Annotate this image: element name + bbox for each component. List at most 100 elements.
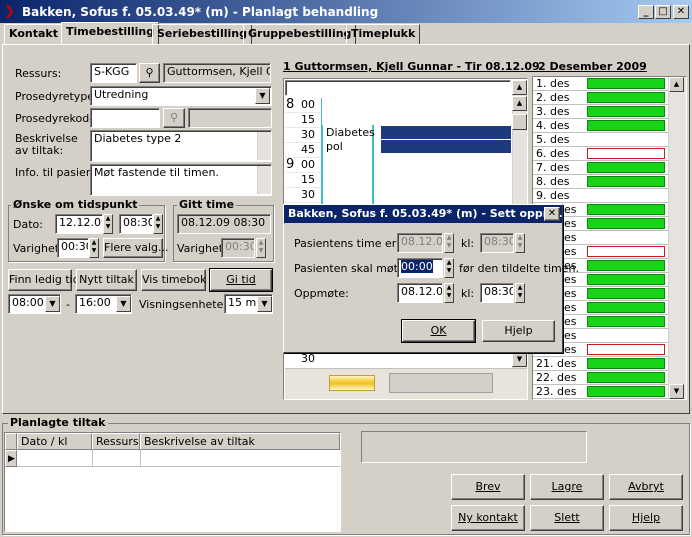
beskrivelse-textarea[interactable]: Diabetes type 2: [90, 130, 272, 162]
ny-kontakt-button[interactable]: Ny kontakt: [451, 505, 525, 531]
calendar-day-row[interactable]: 22. des: [533, 371, 668, 385]
gitt-time-title: Gitt time: [177, 198, 237, 211]
time-row-hour: 8: [286, 97, 295, 112]
calendar-day-row[interactable]: 23. des: [533, 385, 668, 399]
avbryt-button[interactable]: Avbryt: [609, 474, 683, 500]
calendar-day-label: 21. des: [536, 357, 577, 370]
varighet-spinner[interactable]: ▲ ▼: [89, 238, 99, 258]
varighet-label: Varighet:: [13, 242, 63, 255]
beskrivelse-scrollbar[interactable]: [257, 132, 271, 160]
scroll-thumb[interactable]: [512, 114, 527, 130]
visningsenheter-label: Visningsenheter:: [139, 298, 232, 311]
ressurs-search-button[interactable]: ⚲: [139, 63, 160, 83]
booked-slot[interactable]: [381, 140, 511, 153]
onske-time-input[interactable]: 08:30: [119, 214, 153, 234]
calendar-day-row[interactable]: 6. des: [533, 147, 668, 161]
calendar-day-label: 7. des: [536, 161, 570, 174]
gi-tid-button[interactable]: Gi tid: [209, 268, 273, 292]
calendar-scroll-down[interactable]: ▼: [669, 384, 684, 399]
dialog-oppmote-date-spinner[interactable]: ▲ ▼: [444, 283, 454, 303]
dialog-time-date: 08.12.09: [397, 233, 443, 253]
availability-bar: [587, 120, 665, 131]
time-spinner[interactable]: ▲ ▼: [153, 214, 163, 234]
time-row-minute: 30: [301, 128, 315, 141]
time-row-bottom: 30: [301, 352, 315, 365]
chevron-down-icon[interactable]: ▼: [116, 296, 131, 312]
flere-valg-button[interactable]: Flere valg...: [103, 238, 168, 258]
dato-label: Dato:: [13, 218, 43, 231]
dialog-mote-input[interactable]: 00:00: [397, 258, 443, 278]
col-header-beskrivelse[interactable]: Beskrivelse av tiltak: [140, 433, 340, 450]
brev-button[interactable]: Brev: [451, 474, 525, 500]
availability-bar: [587, 316, 665, 327]
dialog-oppmote-kl[interactable]: 08:30: [480, 283, 514, 303]
calendar-day-row[interactable]: 3. des: [533, 105, 668, 119]
gitt-time-value: 08.12.09 08:30: [177, 214, 271, 234]
nytt-tiltak-button[interactable]: Nytt tiltak: [76, 269, 137, 291]
dialog-close-button[interactable]: ✕: [544, 207, 560, 221]
calendar-day-label: 5. des: [536, 133, 570, 146]
chevron-down-icon[interactable]: ▼: [257, 296, 272, 312]
time-row: 9 00: [285, 157, 321, 173]
calendar-day-row[interactable]: 5. des: [533, 133, 668, 147]
tab-timebestilling[interactable]: Timebestilling: [61, 22, 160, 44]
scroll-down-button[interactable]: ▼: [512, 352, 527, 367]
availability-bar: [587, 260, 665, 271]
ressurs-code-input[interactable]: S-KGG: [90, 63, 137, 83]
calendar-scrollbar[interactable]: [668, 77, 686, 399]
info-pasient-textarea[interactable]: Møt fastende til timen.: [90, 164, 272, 196]
status-highlight: [329, 375, 375, 391]
ressurs-label: Ressurs:: [15, 67, 62, 80]
scroll-up-button-2[interactable]: ▲: [512, 96, 527, 111]
tab-gruppebestilling[interactable]: Gruppebestilling: [243, 24, 357, 44]
calendar-day-row[interactable]: 9. des: [533, 189, 668, 203]
date-spinner[interactable]: ▲ ▼: [103, 214, 113, 234]
dialog-mote-value: 00:00: [401, 260, 433, 273]
minimize-button[interactable]: _: [638, 5, 654, 19]
chevron-down-icon[interactable]: ▼: [45, 296, 60, 312]
calendar-day-label: 2. des: [536, 91, 570, 104]
ressurs-name-field: Guttormsen, Kjell Gun: [163, 63, 271, 83]
dialog-help-button[interactable]: Hjelp: [482, 320, 555, 342]
onske-title: Ønske om tidspunkt: [11, 198, 140, 211]
prosedyrekode-input[interactable]: [90, 108, 160, 128]
dialog-oppmote-kl-spinner[interactable]: ▲ ▼: [515, 283, 525, 303]
chevron-down-icon[interactable]: ▼: [255, 88, 270, 104]
schedule-header: 1 Guttormsen, Kjell Gunnar - Tir 08.12.0…: [283, 60, 540, 73]
calendar-day-row[interactable]: 2. des: [533, 91, 668, 105]
calendar-day-row[interactable]: 4. des: [533, 119, 668, 133]
booked-slot[interactable]: [381, 126, 511, 139]
finn-ledig-tid-button[interactable]: Finn ledig tid: [8, 269, 80, 291]
calendar-day-row[interactable]: 7. des: [533, 161, 668, 175]
calendar-scroll-up[interactable]: ▲: [669, 77, 684, 92]
calendar-day-row[interactable]: 8. des: [533, 175, 668, 189]
binoculars-icon: ⚲: [145, 66, 154, 79]
calendar-day-row[interactable]: 21. des: [533, 357, 668, 371]
info-pasient-scrollbar[interactable]: [257, 166, 271, 194]
tab-timeplukk[interactable]: Timeplukk: [346, 24, 421, 44]
dialog-ok-button[interactable]: OK: [401, 319, 476, 343]
maximize-button[interactable]: □: [655, 5, 671, 19]
varighet-input[interactable]: 00:30: [57, 238, 89, 258]
time-row: 45: [285, 143, 321, 158]
calendar-day-row[interactable]: 1. des: [533, 77, 668, 91]
hjelp-button[interactable]: Hjelp: [609, 505, 683, 531]
lagre-button[interactable]: Lagre: [530, 474, 604, 500]
prosedyrekode-name-field: [188, 108, 272, 128]
col-header-ressurs[interactable]: Ressurs: [92, 433, 140, 450]
dialog-oppmote-date[interactable]: 08.12.09: [397, 283, 443, 303]
prosedyretype-select[interactable]: Utredning: [90, 86, 272, 106]
availability-bar: [587, 162, 665, 173]
col-header-dato[interactable]: Dato / kl: [17, 433, 92, 450]
scroll-up-button[interactable]: ▲: [512, 80, 527, 95]
onske-date-input[interactable]: 12.12.09: [55, 214, 103, 234]
vis-timebok-button[interactable]: Vis timebok: [141, 269, 207, 291]
table-row[interactable]: [17, 450, 340, 467]
slett-button[interactable]: Slett: [530, 505, 604, 531]
appointment-line1: Diabetes: [326, 126, 375, 139]
tab-kontakt[interactable]: Kontakt: [4, 24, 63, 44]
dialog-mote-spinner[interactable]: ▲ ▼: [444, 258, 454, 278]
close-button[interactable]: ✕: [673, 5, 689, 19]
tab-seriebestilling[interactable]: Seriebestilling: [152, 24, 252, 44]
prosedyrekode-search-button[interactable]: ⚲: [163, 108, 185, 128]
